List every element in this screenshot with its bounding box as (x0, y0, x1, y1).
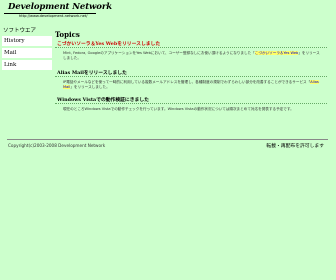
sidebar-item-history[interactable]: History (2, 36, 52, 46)
copyright-text: Copyright(c)2003-2008 Development Networ… (8, 143, 106, 148)
sidebar-item-link[interactable]: Link (2, 60, 52, 70)
footer: Copyright(c)2003-2008 Development Networ… (7, 139, 328, 154)
main-content: Topics こづかいソーラ＆Yes Webをリリースしました Mint, Fe… (55, 30, 327, 112)
article-alias-mail: Alias Mailをリリースしました IP電話やメールなどを使って一時的に利用… (55, 70, 327, 91)
article-heading[interactable]: Alias Mailをリリースしました (55, 70, 327, 77)
logo-title: Development Network (8, 2, 112, 12)
article-heading[interactable]: Windows Vistaでの動作検証にきました (55, 97, 327, 104)
page-title: Topics (55, 30, 80, 39)
article-windows-vista: Windows Vistaでの動作検証にきました 現在のところWindows V… (55, 97, 327, 112)
article-link[interactable]: こづかいソーラ＆Yes Web (254, 51, 299, 55)
logo-url: http://www.development-network.net/ (19, 14, 88, 18)
article-kozukai-solar: こづかいソーラ＆Yes Webをリリースしました Mint, Fedora, G… (55, 41, 327, 62)
article-body: IP電話やメールなどを使って一時的に利用している複数メールアドレスを管理し、各種… (63, 79, 319, 90)
site-logo[interactable]: Development Network http://www.developme… (4, 2, 112, 19)
sidebar: ソフトウエア History Mail Link (2, 27, 52, 72)
sidebar-heading-software[interactable]: ソフトウエア (2, 27, 52, 36)
article-heading[interactable]: こづかいソーラ＆Yes Webをリリースしました (55, 41, 327, 48)
article-body: Mint, Fedora, GoogleのアプリケーションをYes Webにおい… (63, 51, 320, 61)
sidebar-item-mail[interactable]: Mail (2, 48, 52, 58)
article-body: 現在のところWindows Vistaでの動作チェックを行っています。Windo… (63, 106, 294, 111)
contact-link[interactable]: 転載・再配布を許可します (266, 142, 324, 149)
